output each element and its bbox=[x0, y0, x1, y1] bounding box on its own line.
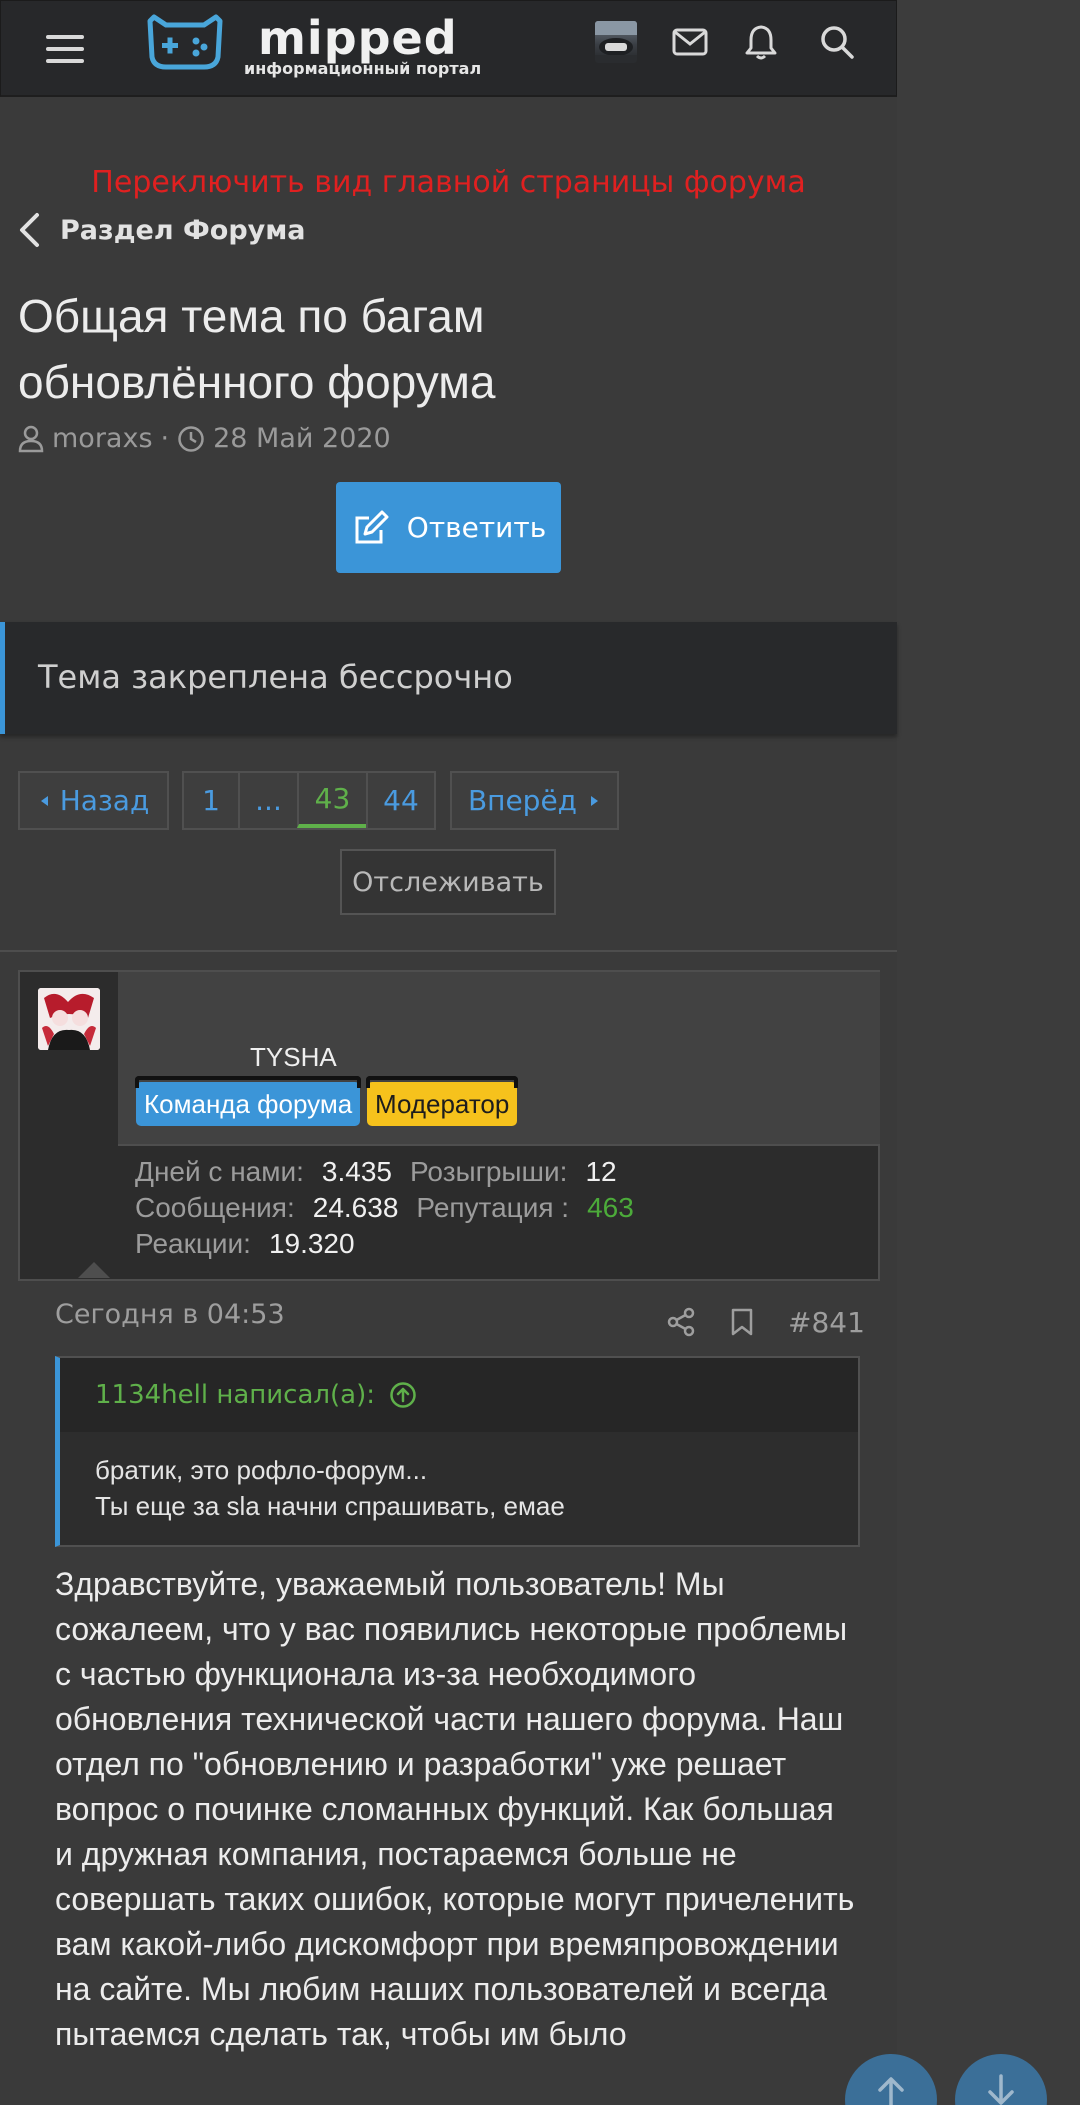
reply-label: Ответить bbox=[406, 511, 547, 544]
clock-icon bbox=[178, 425, 204, 452]
page-link-current[interactable]: 43 bbox=[297, 773, 366, 828]
stat-label-reactions: Реакции: bbox=[135, 1228, 251, 1259]
breadcrumb[interactable]: Раздел Форума bbox=[18, 210, 306, 250]
thread-meta: moraxs · 28 Май 2020 bbox=[18, 423, 391, 454]
thread-title: Общая тема по багам обновлённого форума bbox=[18, 290, 496, 408]
caret-right-icon bbox=[591, 795, 599, 806]
search-icon[interactable] bbox=[814, 19, 860, 65]
avatar-image bbox=[595, 21, 637, 63]
arrow-up-circle-icon[interactable] bbox=[389, 1381, 417, 1409]
post-author-avatar[interactable] bbox=[38, 988, 100, 1050]
team-badge: Команда форума bbox=[134, 1076, 362, 1126]
logo-subtitle: информационный портал bbox=[244, 59, 482, 78]
logo-text: mipped bbox=[258, 11, 458, 65]
stat-label-reputation: Репутация : bbox=[416, 1192, 570, 1223]
arrow-down-icon bbox=[988, 2074, 1014, 2105]
bookmark-icon[interactable] bbox=[730, 1307, 754, 1337]
post-number[interactable]: #841 bbox=[788, 1306, 865, 1339]
share-icon[interactable] bbox=[666, 1307, 696, 1337]
gamepad-logo-icon bbox=[147, 14, 223, 70]
chevron-left-icon bbox=[20, 213, 39, 247]
pagination-pages: 1 ... 43 44 bbox=[182, 771, 436, 830]
pagination-prev-button[interactable]: Назад bbox=[18, 771, 169, 830]
stat-value-days: 3.435 bbox=[321, 1156, 392, 1187]
top-header: mipped информационный портал bbox=[0, 0, 897, 97]
quote-line-1: братик, это рофло-форум... bbox=[95, 1455, 428, 1485]
user-card-pointer bbox=[78, 1262, 110, 1278]
pinned-notice-text: Тема закреплена бессрочно bbox=[38, 658, 513, 696]
user-stats: Дней с нами: 3.435 Розыгрыши: 12 Сообщен… bbox=[135, 1154, 634, 1262]
post-user-card: TYSHA Команда форума Модератор Дней с на… bbox=[18, 970, 880, 1281]
right-gutter bbox=[897, 0, 1080, 2105]
divider bbox=[0, 950, 897, 952]
pinned-notice: Тема закреплена бессрочно bbox=[0, 622, 897, 734]
meta-separator: · bbox=[160, 423, 170, 454]
quote-header[interactable]: 1134hell написал(а): bbox=[60, 1358, 858, 1432]
thread-author[interactable]: moraxs bbox=[52, 423, 153, 454]
prev-label: Назад bbox=[59, 784, 150, 817]
menu-icon[interactable] bbox=[17, 17, 113, 81]
stat-label-days: Дней с нами: bbox=[135, 1156, 304, 1187]
moderator-badge: Модератор bbox=[365, 1076, 519, 1126]
page-link-1[interactable]: 1 bbox=[184, 773, 238, 828]
page-ellipsis[interactable]: ... bbox=[238, 773, 297, 828]
avatar-image bbox=[38, 988, 100, 1050]
stat-value-reputation: 463 bbox=[587, 1192, 634, 1223]
user-icon bbox=[18, 425, 44, 452]
stat-label-giveaways: Розыгрыши: bbox=[409, 1156, 568, 1187]
caret-left-icon bbox=[40, 795, 48, 806]
switch-forum-view-link[interactable]: Переключить вид главной страницы форума bbox=[0, 165, 897, 200]
edit-icon bbox=[355, 510, 389, 543]
stat-value-giveaways: 12 bbox=[585, 1156, 617, 1187]
stat-value-reactions: 19.320 bbox=[268, 1228, 355, 1259]
post-username[interactable]: TYSHA bbox=[250, 1042, 337, 1073]
site-logo[interactable]: mipped информационный портал bbox=[146, 9, 481, 89]
user-header: TYSHA Команда форума Модератор bbox=[118, 972, 880, 1146]
stat-value-messages: 24.638 bbox=[312, 1192, 399, 1223]
account-avatar[interactable] bbox=[595, 21, 637, 63]
reply-button[interactable]: Ответить bbox=[336, 482, 561, 573]
post-body: Здравствуйте, уважаемый пользователь! Мы… bbox=[55, 1566, 855, 2052]
pagination-next-button[interactable]: Вперёд bbox=[450, 771, 619, 830]
post-actions: #841 bbox=[666, 1302, 865, 1342]
stat-label-messages: Сообщения: bbox=[135, 1192, 295, 1223]
bell-icon[interactable] bbox=[738, 19, 784, 65]
quote-body: братик, это рофло-форум... Ты еще за sla… bbox=[95, 1452, 565, 1524]
thread-date[interactable]: 28 Май 2020 bbox=[213, 423, 391, 454]
next-label: Вперёд bbox=[467, 784, 578, 817]
watch-thread-button[interactable]: Отслеживать bbox=[340, 849, 556, 915]
quote-block: 1134hell написал(а): братик, это рофло-ф… bbox=[55, 1356, 860, 1547]
post-time[interactable]: Сегодня в 04:53 bbox=[55, 1299, 285, 1330]
quote-author: 1134hell написал(а): bbox=[95, 1380, 376, 1410]
page-link-44[interactable]: 44 bbox=[366, 773, 434, 828]
mail-icon[interactable] bbox=[667, 19, 713, 65]
breadcrumb-label: Раздел Форума bbox=[60, 214, 306, 246]
quote-line-2: Ты еще за sla начни спрашивать, емае bbox=[95, 1491, 565, 1521]
arrow-up-icon bbox=[878, 2077, 904, 2105]
